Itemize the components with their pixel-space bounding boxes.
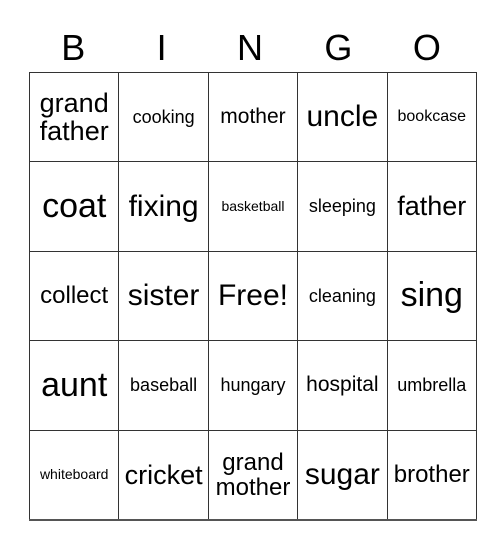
bingo-cell[interactable]: sleeping: [297, 161, 388, 252]
cell-text: father: [397, 191, 467, 222]
bingo-cell[interactable]: bookcase: [386, 71, 477, 163]
bingo-cell[interactable]: baseball: [118, 340, 209, 431]
bingo-cell[interactable]: grand father: [28, 71, 120, 163]
header-letter-o: O: [412, 27, 441, 68]
cell-text: cricket: [124, 459, 203, 490]
bingo-header: B I N G O: [29, 26, 471, 70]
cell-text: baseball: [130, 374, 198, 395]
cell-text: brother: [393, 461, 470, 489]
cell-text: sister: [127, 279, 200, 313]
header-letter-b: B: [61, 27, 86, 68]
cell-text: collect: [40, 282, 109, 310]
bingo-cell[interactable]: umbrella: [386, 340, 477, 431]
bingo-cell[interactable]: aunt: [28, 340, 120, 431]
bingo-cell[interactable]: hospital: [297, 340, 388, 431]
grid-row: aunt baseball hungary hospital umbrella: [28, 340, 477, 431]
bingo-cell[interactable]: coat: [28, 161, 120, 252]
header-letter-g: G: [324, 27, 353, 68]
cell-text: uncle: [306, 100, 379, 134]
grid-row: grand father cooking mother uncle bookcas…: [28, 71, 477, 163]
cell-text: coat: [42, 186, 107, 225]
cell-text: cooking: [132, 106, 195, 127]
cell-text: sleeping: [308, 196, 376, 217]
bingo-cell[interactable]: father: [386, 161, 477, 252]
bingo-cell[interactable]: fixing: [118, 161, 209, 252]
bingo-cell[interactable]: sugar: [297, 429, 388, 521]
cell-text: sugar: [304, 458, 380, 491]
bingo-cell[interactable]: uncle: [297, 71, 388, 163]
header-letter-n: N: [237, 27, 264, 68]
cell-text: Free!: [217, 279, 288, 313]
cell-text: aunt: [41, 365, 108, 404]
cell-text: sing: [400, 276, 463, 315]
cell-text: basketball: [221, 198, 285, 215]
cell-text: cleaning: [308, 285, 376, 306]
cell-text: grand mother: [215, 448, 291, 501]
bingo-cell[interactable]: collect: [28, 250, 120, 342]
bingo-cell[interactable]: sing: [386, 250, 477, 342]
grid-row: collect sister Free! cleaning sing: [28, 250, 477, 342]
cell-text: bookcase: [397, 107, 467, 125]
cell-text: whiteboard: [39, 466, 109, 483]
bingo-cell[interactable]: sister: [118, 250, 209, 342]
bingo-cell[interactable]: whiteboard: [28, 429, 120, 521]
cell-text: mother: [220, 105, 286, 129]
bingo-cell[interactable]: basketball: [207, 161, 299, 252]
cell-text: hospital: [306, 373, 379, 397]
bingo-cell[interactable]: grand mother: [207, 429, 299, 521]
bingo-cell[interactable]: cooking: [118, 71, 209, 163]
bingo-cell[interactable]: cricket: [118, 429, 209, 521]
bingo-cell[interactable]: mother: [207, 71, 299, 163]
cell-text: fixing: [128, 189, 199, 223]
grid-row: whiteboard cricket grand mother sugar bro…: [28, 429, 477, 521]
bingo-cell[interactable]: cleaning: [297, 250, 388, 342]
header-letter-i: I: [156, 27, 167, 68]
cell-text: umbrella: [397, 374, 467, 395]
cell-text: grand father: [39, 87, 109, 147]
free-space-cell[interactable]: Free!: [207, 250, 299, 342]
cell-text: hungary: [220, 374, 286, 395]
bingo-card-grid: grand father cooking mother uncle bookcas…: [28, 71, 477, 521]
bingo-cell[interactable]: brother: [386, 429, 477, 521]
grid-row: coat fixing basketball sleeping father: [28, 161, 477, 252]
bingo-cell[interactable]: hungary: [207, 340, 299, 431]
